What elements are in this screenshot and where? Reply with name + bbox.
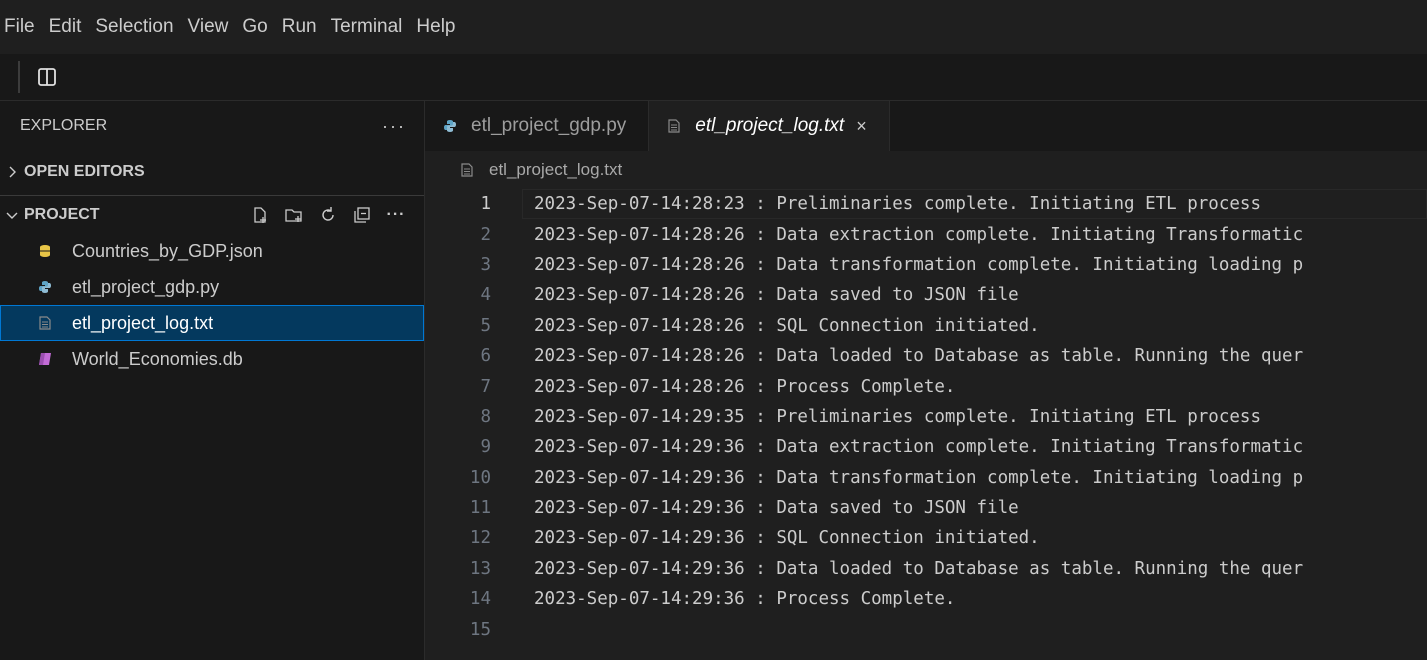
python-file-icon bbox=[443, 119, 457, 133]
code-line[interactable]: 14 2023-Sep-07-14:29:36 : Process Complet… bbox=[425, 584, 1427, 614]
code-line[interactable]: 9 2023-Sep-07-14:29:36 : Data extraction … bbox=[425, 432, 1427, 462]
code-line[interactable]: 1 2023-Sep-07-14:28:23 : Preliminaries co… bbox=[425, 189, 1427, 219]
line-number: 15 bbox=[469, 619, 491, 640]
menu-selection[interactable]: Selection bbox=[88, 0, 180, 54]
menu-go[interactable]: Go bbox=[235, 0, 274, 54]
tab-etl-project-log[interactable]: etl_project_log.txt × bbox=[649, 101, 890, 151]
code-line[interactable]: 12 2023-Sep-07-14:29:36 : SQL Connection … bbox=[425, 523, 1427, 553]
line-number: 13 bbox=[469, 558, 491, 579]
line-text: 2023-Sep-07-14:29:36 : Data extraction c… bbox=[534, 437, 1304, 458]
line-number: 11 bbox=[469, 498, 491, 519]
toolbar-separator bbox=[18, 61, 20, 93]
breadcrumb-file[interactable]: etl_project_log.txt bbox=[489, 160, 622, 180]
line-text: 2023-Sep-07-14:29:36 : SQL Connection in… bbox=[534, 528, 1040, 549]
line-number: 3 bbox=[480, 254, 491, 275]
line-text: 2023-Sep-07-14:29:35 : Preliminaries com… bbox=[534, 406, 1261, 427]
tab-etl-project-gdp[interactable]: etl_project_gdp.py bbox=[425, 101, 650, 151]
code-line[interactable]: 3 2023-Sep-07-14:28:26 : Data transformat… bbox=[425, 250, 1427, 280]
line-text: 2023-Sep-07-14:28:23 : Preliminaries com… bbox=[534, 194, 1261, 215]
file-item-etl-log-txt[interactable]: etl_project_log.txt bbox=[0, 305, 424, 341]
code-line[interactable]: 8 2023-Sep-07-14:29:35 : Preliminaries co… bbox=[425, 402, 1427, 432]
explorer-header: EXPLORER ··· bbox=[0, 101, 424, 151]
database-file-icon bbox=[38, 351, 52, 367]
file-item-etl-gdp-py[interactable]: etl_project_gdp.py bbox=[0, 269, 424, 305]
line-number: 1 bbox=[480, 194, 491, 215]
breadcrumb: etl_project_log.txt bbox=[425, 151, 1427, 189]
line-text: 2023-Sep-07-14:28:26 : Data saved to JSO… bbox=[534, 285, 1019, 306]
code-line[interactable]: 2 2023-Sep-07-14:28:26 : Data extraction … bbox=[425, 219, 1427, 249]
refresh-icon[interactable] bbox=[316, 203, 340, 227]
line-text: 2023-Sep-07-14:28:26 : Process Complete. bbox=[534, 376, 956, 397]
text-file-icon bbox=[461, 163, 475, 177]
toolbar bbox=[0, 54, 1427, 101]
line-text: 2023-Sep-07-14:28:26 : Data loaded to Da… bbox=[534, 346, 1304, 367]
explorer-more-button[interactable]: ··· bbox=[382, 116, 406, 137]
text-file-icon bbox=[38, 315, 52, 331]
menu-terminal[interactable]: Terminal bbox=[324, 0, 410, 54]
line-number: 14 bbox=[469, 589, 491, 610]
code-line[interactable]: 13 2023-Sep-07-14:29:36 : Data loaded to … bbox=[425, 554, 1427, 584]
file-item-world-economies-db[interactable]: World_Economies.db bbox=[0, 341, 424, 377]
line-text: 2023-Sep-07-14:29:36 : Process Complete. bbox=[534, 589, 956, 610]
explorer-sidebar: EXPLORER ··· OPEN EDITORS PROJECT ··· Co… bbox=[0, 101, 425, 660]
line-text: 2023-Sep-07-14:28:26 : Data extraction c… bbox=[534, 224, 1304, 245]
code-line[interactable]: 10 2023-Sep-07-14:29:36 : Data transforma… bbox=[425, 463, 1427, 493]
menu-help[interactable]: Help bbox=[409, 0, 462, 54]
menu-bar: File Edit Selection View Go Run Terminal… bbox=[0, 0, 1427, 54]
open-editors-section[interactable]: OPEN EDITORS bbox=[0, 153, 424, 191]
line-number: 9 bbox=[480, 437, 491, 458]
file-name: etl_project_gdp.py bbox=[72, 276, 220, 297]
code-line[interactable]: 7 2023-Sep-07-14:28:26 : Process Complete… bbox=[425, 371, 1427, 401]
line-number: 6 bbox=[480, 346, 491, 367]
tab-label: etl_project_gdp.py bbox=[471, 115, 627, 136]
line-text: 2023-Sep-07-14:29:36 : Data loaded to Da… bbox=[534, 558, 1304, 579]
split-layout-icon bbox=[38, 68, 56, 86]
file-name: etl_project_log.txt bbox=[72, 312, 214, 333]
open-editors-label: OPEN EDITORS bbox=[24, 163, 145, 180]
line-number: 12 bbox=[469, 528, 491, 549]
toggle-editor-layout-button[interactable] bbox=[32, 62, 62, 92]
file-name: World_Economies.db bbox=[72, 348, 243, 369]
line-number: 10 bbox=[469, 467, 491, 488]
menu-file[interactable]: File bbox=[0, 0, 42, 54]
menu-view[interactable]: View bbox=[181, 0, 236, 54]
code-line[interactable]: 5 2023-Sep-07-14:28:26 : SQL Connection i… bbox=[425, 311, 1427, 341]
chevron-down-icon bbox=[0, 210, 24, 220]
line-text: 2023-Sep-07-14:28:26 : Data transformati… bbox=[534, 254, 1304, 275]
code-line[interactable]: 6 2023-Sep-07-14:28:26 : Data loaded to D… bbox=[425, 341, 1427, 371]
code-line[interactable]: 15 bbox=[425, 614, 1427, 644]
new-file-icon[interactable] bbox=[248, 203, 272, 227]
menu-edit[interactable]: Edit bbox=[42, 0, 89, 54]
project-actions: ··· bbox=[248, 196, 408, 234]
more-actions-icon[interactable]: ··· bbox=[384, 203, 408, 227]
text-file-icon bbox=[667, 119, 681, 133]
code-line[interactable]: 4 2023-Sep-07-14:28:26 : Data saved to JS… bbox=[425, 280, 1427, 310]
line-text: 2023-Sep-07-14:28:26 : SQL Connection in… bbox=[534, 315, 1040, 336]
chevron-right-icon bbox=[0, 166, 24, 178]
line-text: 2023-Sep-07-14:29:36 : Data transformati… bbox=[534, 467, 1304, 488]
project-section[interactable]: PROJECT ··· bbox=[0, 195, 424, 233]
line-number: 5 bbox=[480, 315, 491, 336]
line-number: 2 bbox=[480, 224, 491, 245]
file-name: Countries_by_GDP.json bbox=[72, 240, 263, 261]
python-file-icon bbox=[38, 279, 52, 295]
file-item-countries-json[interactable]: Countries_by_GDP.json bbox=[0, 233, 424, 269]
line-number: 8 bbox=[480, 406, 491, 427]
explorer-title: EXPLORER bbox=[20, 117, 108, 134]
tab-label: etl_project_log.txt bbox=[695, 115, 845, 136]
line-number: 7 bbox=[480, 376, 491, 397]
line-text: 2023-Sep-07-14:29:36 : Data saved to JSO… bbox=[534, 498, 1019, 519]
collapse-all-icon[interactable] bbox=[350, 203, 374, 227]
line-number: 4 bbox=[480, 285, 491, 306]
menu-run[interactable]: Run bbox=[275, 0, 324, 54]
code-line[interactable]: 11 2023-Sep-07-14:29:36 : Data saved to J… bbox=[425, 493, 1427, 523]
editor-tab-bar: etl_project_gdp.py etl_project_log.txt × bbox=[425, 101, 1427, 151]
json-file-icon bbox=[38, 243, 52, 259]
new-folder-icon[interactable] bbox=[282, 203, 306, 227]
code-editor[interactable]: 1 2023-Sep-07-14:28:23 : Preliminaries co… bbox=[425, 189, 1427, 660]
project-label: PROJECT bbox=[24, 205, 100, 223]
close-icon[interactable]: × bbox=[856, 116, 867, 137]
